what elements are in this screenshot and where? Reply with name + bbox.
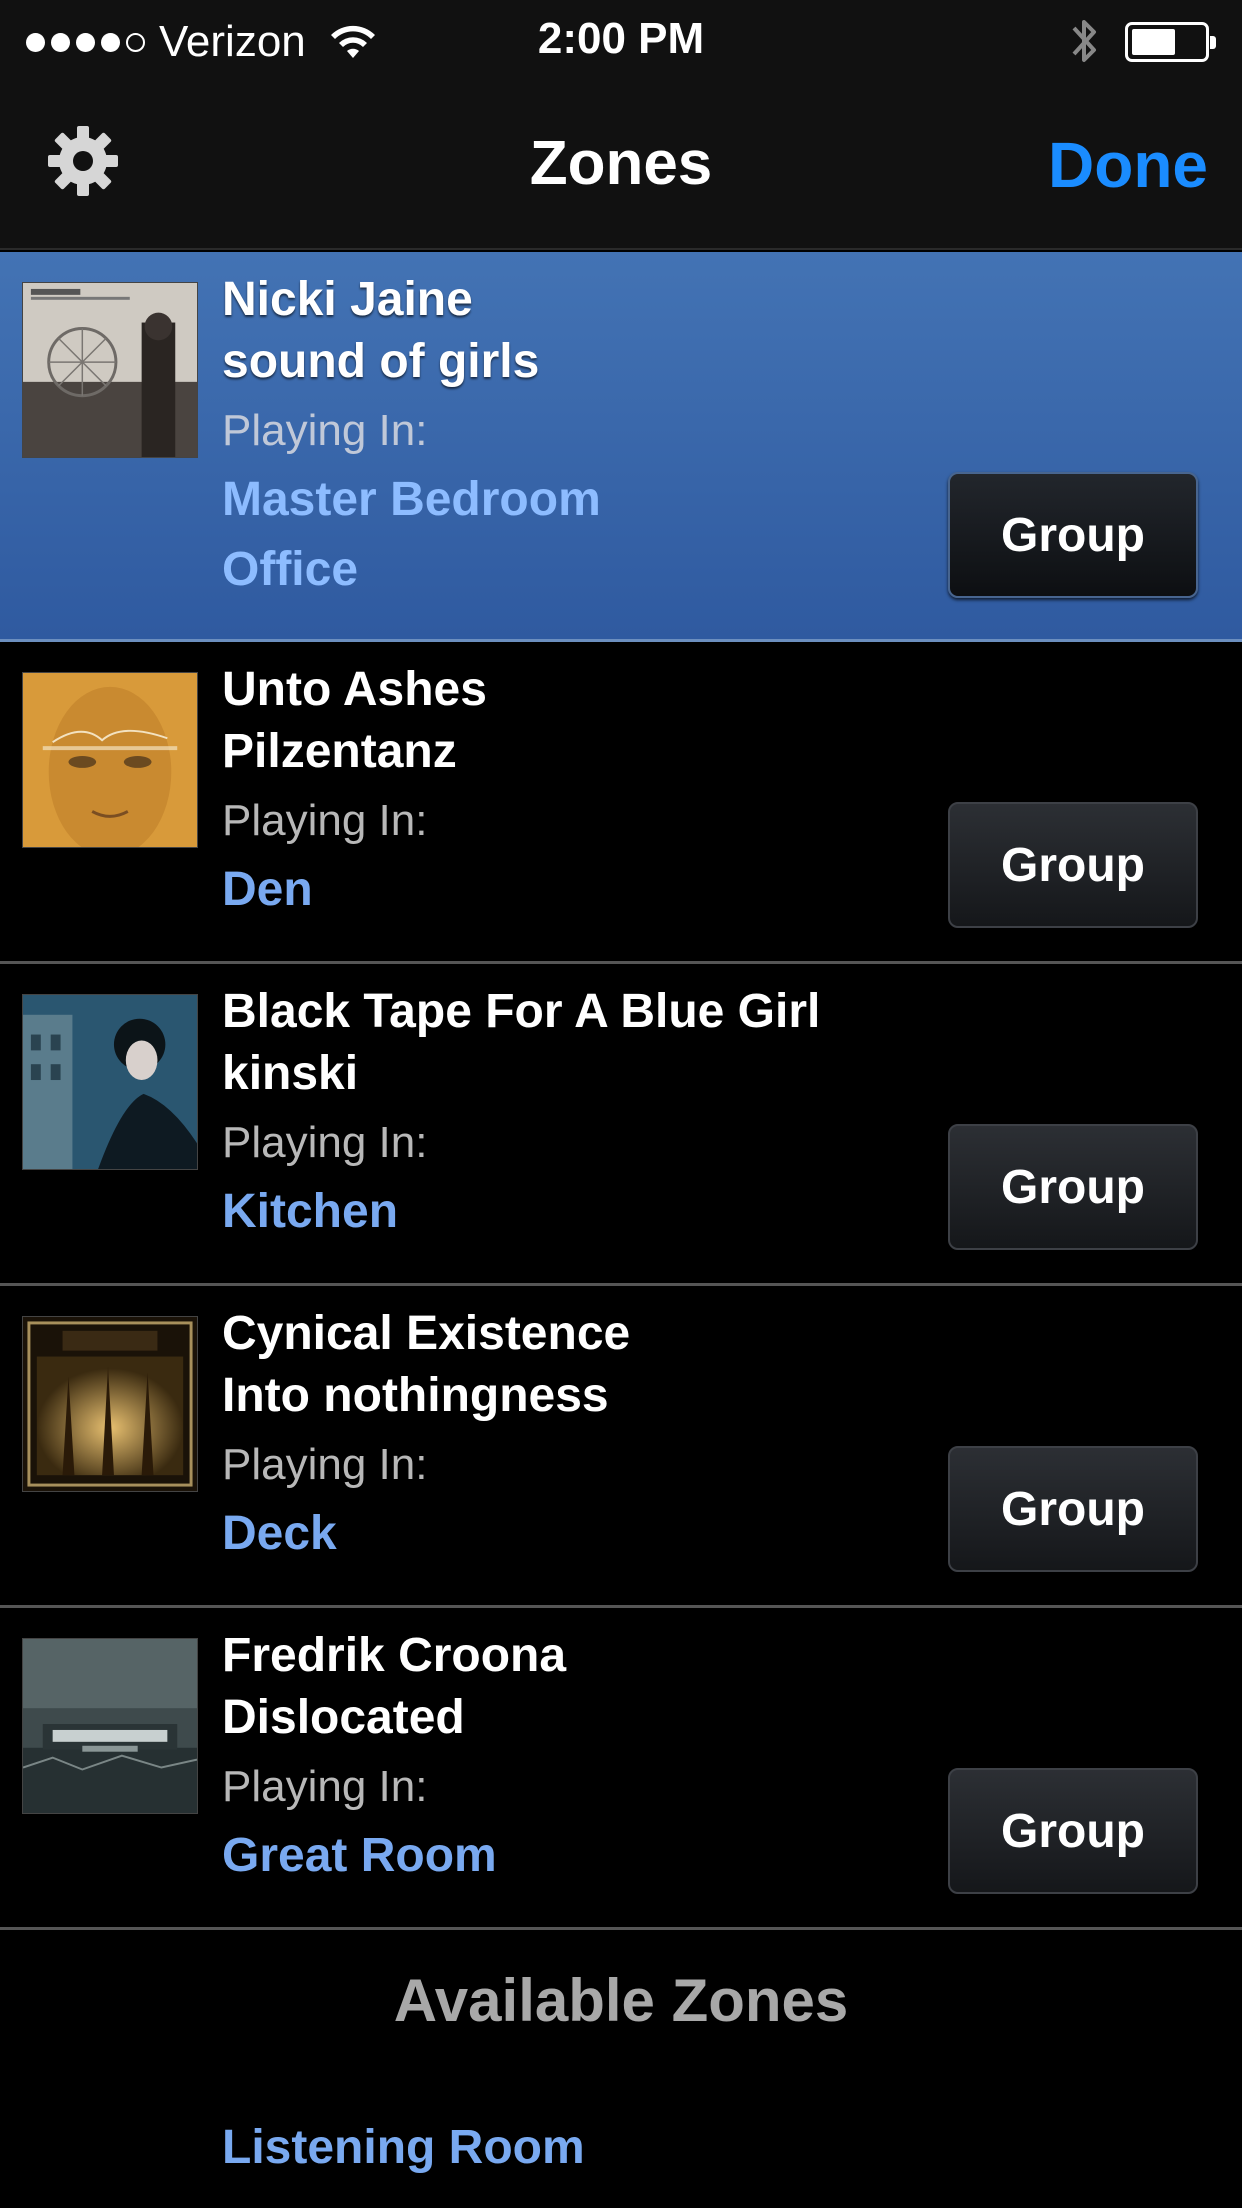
playing-in-label: Playing In: [222,1762,428,1811]
artist-name: Black Tape For A Blue Girl [222,985,821,1038]
track-title: kinski [222,1047,359,1100]
zone-row[interactable]: Nicki Jaine sound of girls Playing In: M… [0,252,1242,642]
group-button[interactable]: Group [948,1124,1198,1250]
playing-in-label: Playing In: [222,406,428,455]
album-art-image [23,1639,197,1813]
status-time: 2:00 PM [537,14,705,63]
track-title: Pilzentanz [222,725,457,778]
album-art-image [23,1317,197,1491]
zone-row[interactable]: Fredrik Croona Dislocated Playing In: Gr… [0,1608,1242,1930]
group-button[interactable]: Group [948,1768,1198,1894]
playing-in-label: Playing In: [222,1440,428,1489]
album-art-image [23,283,197,457]
zone-row[interactable]: Unto Ashes Pilzentanz Playing In: Den Gr… [0,642,1242,964]
artist-name: Cynical Existence [222,1307,631,1360]
track-title: Into nothingness [222,1369,609,1422]
room-link-great-room[interactable]: Great Room [222,1828,497,1883]
album-art-unto-ashes [22,672,198,848]
group-button[interactable]: Group [948,1446,1198,1572]
battery-nub [1210,36,1216,49]
track-title: sound of girls [222,335,540,388]
artist-name: Nicki Jaine [222,273,473,326]
artist-name: Fredrik Croona [222,1629,567,1682]
battery-icon [1125,22,1216,62]
nav-bar: Zones Done [0,84,1242,250]
album-art-nicki-jaine [22,282,198,458]
room-link-den[interactable]: Den [222,862,313,917]
track-title: Dislocated [222,1691,465,1744]
battery-level [1132,29,1175,55]
album-art-cynical-existence [22,1316,198,1492]
status-bar: Verizon 2:00 PM [0,0,1242,84]
available-zones-header: Available Zones [393,1967,849,2034]
room-link-kitchen[interactable]: Kitchen [222,1184,398,1239]
artist-name: Unto Ashes [222,663,487,716]
group-button[interactable]: Group [948,802,1198,928]
playing-in-label: Playing In: [222,796,428,845]
album-art-image [23,995,197,1169]
available-room-listening-room[interactable]: Listening Room [222,2120,585,2175]
album-art-image [23,673,197,847]
group-button[interactable]: Group [948,472,1198,598]
room-link-office[interactable]: Office [222,542,358,597]
zone-row[interactable]: Black Tape For A Blue Girl kinski Playin… [0,964,1242,1286]
room-link-deck[interactable]: Deck [222,1506,337,1561]
zone-row[interactable]: Cynical Existence Into nothingness Playi… [0,1286,1242,1608]
playing-in-label: Playing In: [222,1118,428,1167]
bluetooth-icon [1072,20,1096,62]
album-art-black-tape [22,994,198,1170]
room-link-master-bedroom[interactable]: Master Bedroom [222,472,601,527]
done-button[interactable]: Done [1048,128,1208,202]
album-art-fredrik-croona [22,1638,198,1814]
